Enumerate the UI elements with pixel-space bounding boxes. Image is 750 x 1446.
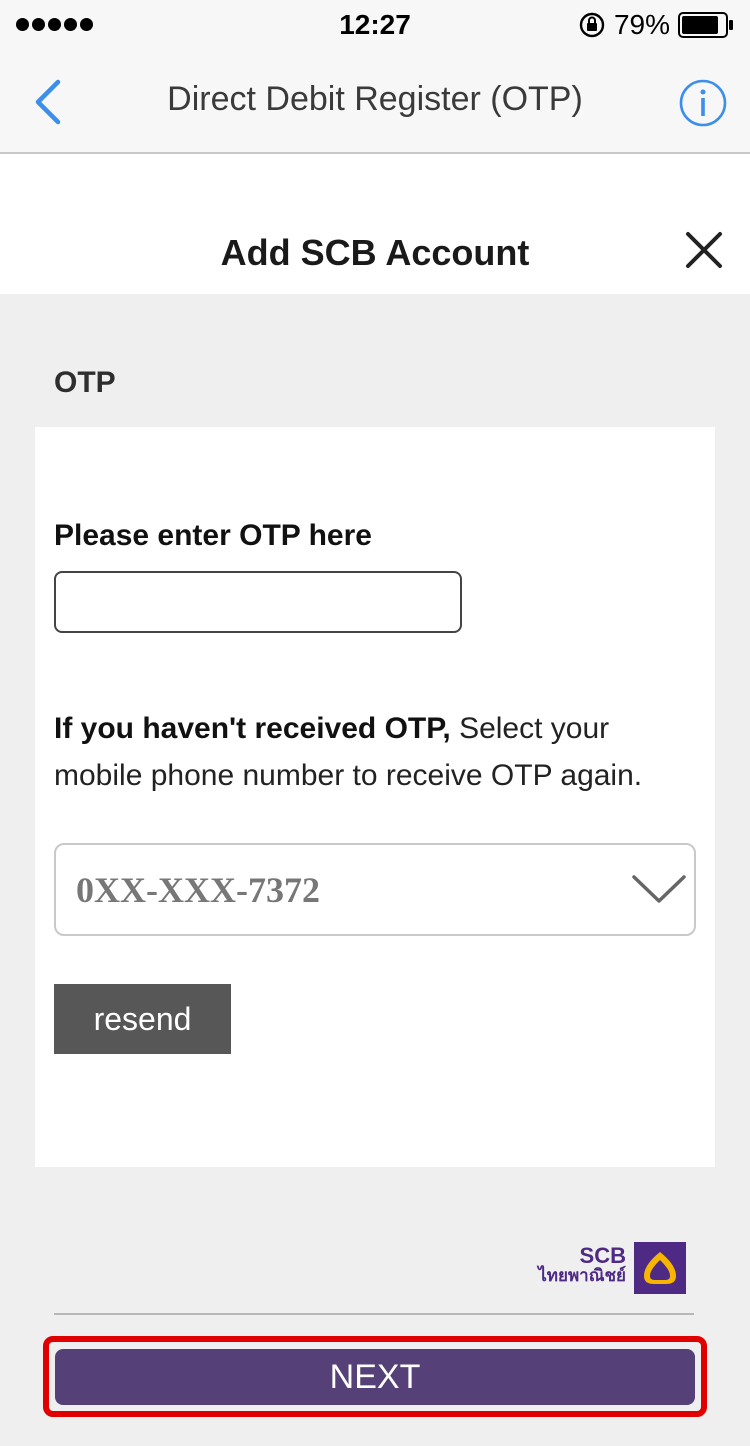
scb-logo-icon [634,1242,686,1294]
status-right: 79% [578,9,734,41]
sheet-header: Add SCB Account [0,154,750,294]
resend-button[interactable]: resend [54,984,231,1054]
chevron-down-icon [632,875,686,903]
scb-logo-name: SCB [579,1243,626,1268]
next-button[interactable]: NEXT [55,1349,695,1405]
nav-title: Direct Debit Register (OTP) [167,80,583,118]
scb-logo: SCB ไทยพาณิชย์ [520,1242,686,1296]
resend-instructions-bold: If you haven't received OTP, [54,712,451,745]
scb-logo-text: SCB ไทยพาณิชย์ [538,1243,626,1286]
otp-card: Please enter OTP here If you haven't rec… [35,427,715,1167]
otp-input[interactable] [54,571,462,633]
battery-percent: 79% [613,9,670,40]
section-label: OTP [54,366,116,399]
footer-divider [54,1313,694,1315]
phone-number-value: 0XX-XXX-7372 [76,870,320,910]
navigation-bar: Direct Debit Register (OTP) [0,52,750,154]
sheet-title: Add SCB Account [220,232,530,273]
battery-icon [678,12,733,38]
otp-label: Please enter OTP here [54,519,372,552]
resend-instructions: If you haven't received OTP, Select your… [54,705,684,799]
lock-rotation-icon [579,12,605,38]
scb-logo-thai: ไทยพาณิชย์ [538,1266,626,1285]
info-icon[interactable] [678,78,728,128]
close-icon[interactable] [682,228,726,272]
next-button-highlight: NEXT [43,1336,707,1417]
status-bar: 12:27 79% [0,0,750,52]
phone-number-select[interactable]: 0XX-XXX-7372 [54,843,696,936]
